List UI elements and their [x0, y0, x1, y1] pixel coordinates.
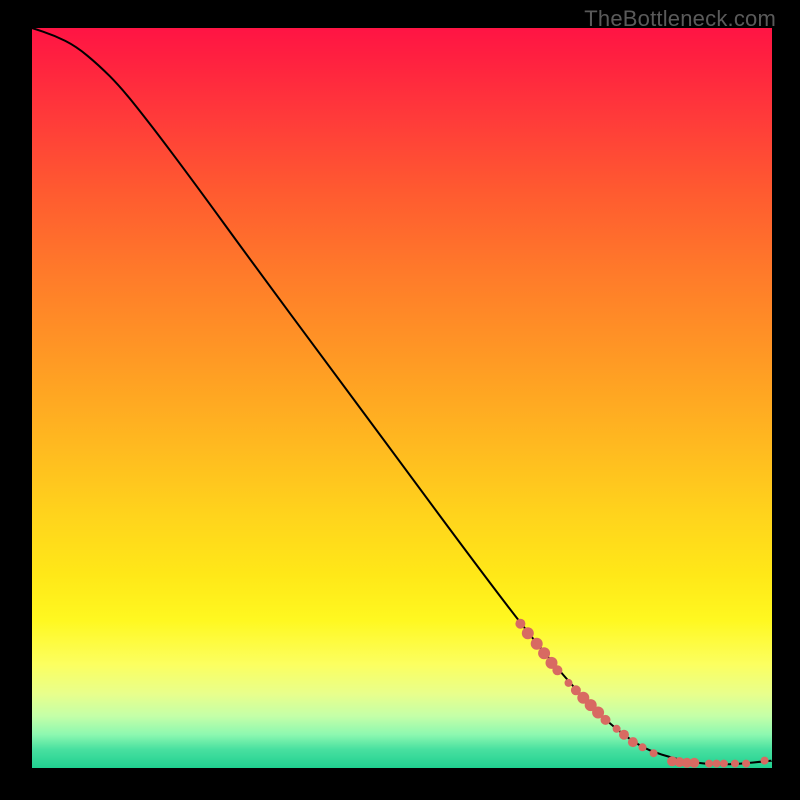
sample-point: [538, 647, 550, 659]
sample-point: [650, 749, 658, 757]
sample-point: [689, 758, 699, 768]
sample-point: [742, 760, 750, 768]
sample-point: [761, 757, 769, 765]
sample-point: [639, 743, 647, 751]
sample-point: [515, 619, 525, 629]
bottleneck-curve: [32, 28, 772, 764]
sample-point: [531, 638, 543, 650]
sample-point: [613, 725, 621, 733]
sample-point: [522, 627, 534, 639]
sample-points-group: [515, 619, 768, 768]
plot-svg: [32, 28, 772, 768]
chart-frame: [32, 28, 772, 768]
sample-point: [713, 760, 721, 768]
sample-point: [720, 760, 728, 768]
sample-point: [705, 760, 713, 768]
sample-point: [628, 737, 638, 747]
sample-point: [619, 730, 629, 740]
sample-point: [731, 760, 739, 768]
sample-point: [565, 679, 573, 687]
sample-point: [601, 715, 611, 725]
sample-point: [552, 665, 562, 675]
